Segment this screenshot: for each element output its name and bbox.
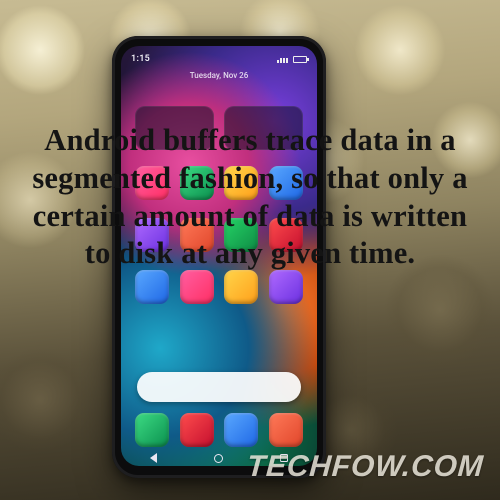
dock-icon xyxy=(180,413,214,447)
app-icon xyxy=(135,270,169,304)
battery-icon xyxy=(293,56,307,63)
app-icon xyxy=(180,270,214,304)
promo-image: 1:15 Tuesday, Nov 26 xyxy=(0,0,500,500)
watermark-text: TECHFOW.COM xyxy=(246,450,485,484)
dock-icon xyxy=(269,413,303,447)
search-pill xyxy=(137,372,301,402)
home-icon xyxy=(214,454,223,463)
dock-row xyxy=(135,410,303,450)
status-indicators xyxy=(277,55,307,63)
status-date: Tuesday, Nov 26 xyxy=(121,72,317,80)
app-icon xyxy=(269,270,303,304)
dock-icon xyxy=(135,413,169,447)
status-time: 1:15 xyxy=(131,55,150,64)
back-icon xyxy=(150,453,157,463)
dock-icon xyxy=(224,413,258,447)
overlay-quote-text: Android buffers trace data in a segmente… xyxy=(32,122,468,273)
status-bar: 1:15 xyxy=(121,51,317,67)
app-row xyxy=(135,270,303,312)
app-icon xyxy=(224,270,258,304)
signal-icon xyxy=(277,55,289,63)
